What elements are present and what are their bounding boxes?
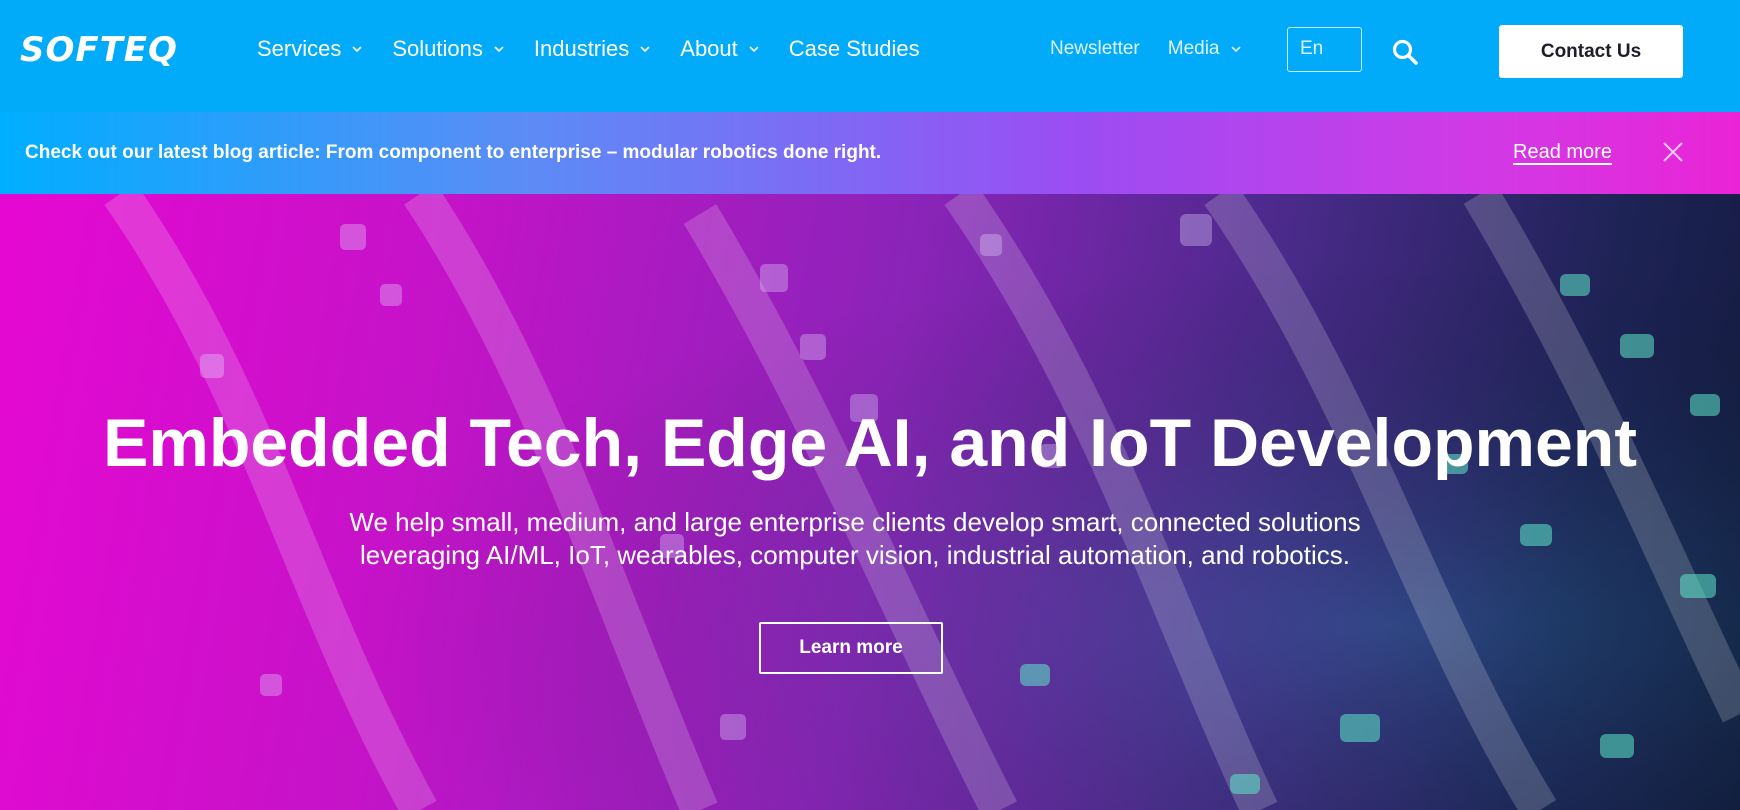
nav-item-services[interactable]: Services: [257, 36, 364, 62]
hero-title: Embedded Tech, Edge AI, and IoT Developm…: [103, 405, 1637, 481]
learn-more-button[interactable]: Learn more: [759, 622, 943, 674]
main-nav: Services Solutions Industries About Case…: [257, 36, 948, 62]
close-icon[interactable]: [1662, 141, 1684, 163]
hero-subtitle-line: leveraging AI/ML, IoT, wearables, comput…: [360, 540, 1350, 570]
nav-item-label: Solutions: [392, 36, 483, 61]
nav-item-label: About: [680, 36, 738, 61]
secondary-nav: Newsletter Media: [1050, 38, 1271, 60]
chevron-down-icon: [640, 46, 650, 53]
announcement-bar: Check out our latest blog article: From …: [0, 112, 1740, 194]
nav-item-label: Case Studies: [788, 36, 920, 61]
announcement-text: Check out our latest blog article: From …: [25, 142, 882, 163]
nav-item-industries[interactable]: Industries: [534, 36, 652, 62]
chevron-down-icon: [494, 46, 504, 53]
nav-item-label: Industries: [533, 36, 630, 61]
search-icon[interactable]: [1391, 38, 1419, 66]
chevron-down-icon: [1230, 46, 1241, 53]
nav-item-solutions[interactable]: Solutions: [392, 36, 506, 62]
softeq-logo[interactable]: SOFTEQ: [20, 30, 178, 70]
nav-item-case-studies[interactable]: Case Studies: [789, 36, 920, 62]
nav-item-about[interactable]: About: [680, 36, 761, 62]
contact-us-button[interactable]: Contact Us: [1499, 25, 1683, 78]
hero-section: Embedded Tech, Edge AI, and IoT Developm…: [0, 194, 1740, 810]
chevron-down-icon: [352, 46, 362, 53]
nav-item-label: Media: [1167, 38, 1220, 59]
read-more-link[interactable]: Read more: [1513, 141, 1612, 164]
hero-background-image: [0, 194, 1740, 810]
nav-item-media[interactable]: Media: [1168, 38, 1243, 60]
language-selector[interactable]: En: [1287, 27, 1362, 72]
chevron-down-icon: [749, 46, 759, 53]
site-header: SOFTEQ Services Solutions Industries Abo…: [0, 0, 1740, 112]
hero-subtitle: We help small, medium, and large enterpr…: [270, 506, 1440, 572]
hero-subtitle-line: We help small, medium, and large enterpr…: [349, 507, 1361, 537]
nav-item-newsletter[interactable]: Newsletter: [1050, 38, 1140, 60]
nav-item-label: Services: [257, 36, 342, 61]
